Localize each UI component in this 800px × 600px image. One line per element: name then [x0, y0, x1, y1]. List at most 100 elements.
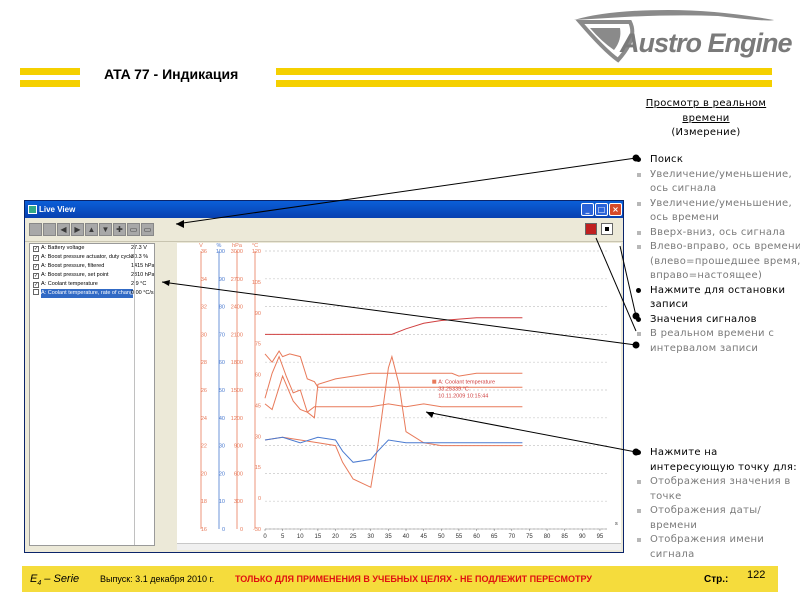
y-axis-tick-label: 0 — [240, 527, 243, 533]
signal-row[interactable]: ✓ A: Battery voltage 27.3 V — [30, 244, 154, 253]
horizontal-scrollbar[interactable] — [177, 543, 621, 550]
series-line — [264, 354, 523, 489]
record-stop-icon[interactable] — [585, 223, 597, 235]
yellow-bar-left — [20, 68, 80, 75]
feature-subitem: Отображения имени сигнала — [636, 533, 800, 562]
signal-name: A: Coolant temperature — [41, 281, 98, 287]
series-label: E4 – Serie — [30, 573, 80, 588]
signal-row[interactable]: ✓ A: Boost pressure, set point 2310 hPa — [30, 271, 154, 280]
y-axis-tick-label: 24 — [201, 416, 207, 422]
y-axis-tick-label: 1500 — [231, 388, 243, 394]
stop-recording-button[interactable] — [601, 223, 613, 235]
signal-checkbox[interactable] — [33, 289, 39, 295]
window-title: Live View — [39, 205, 76, 214]
x-axis-tick-label: 95 — [597, 534, 604, 540]
y-axis-tick-label: 1200 — [231, 416, 243, 422]
y-axis-tick-label: 10 — [219, 499, 225, 505]
x-axis-tick-label: 20 — [332, 534, 339, 540]
y-axis-tick-label: 50 — [219, 388, 225, 394]
signal-list-panel: ✓ A: Battery voltage 27.3 V ✓ A: Boost press… — [29, 243, 155, 546]
zoom-in-icon[interactable]: ✚ — [113, 223, 126, 236]
x-axis-tick-label: 5 — [281, 534, 285, 540]
x-axis-tick-label: 60 — [473, 534, 480, 540]
signal-name: A: Boost pressure actuator, duty cycle — [41, 254, 133, 260]
feature-subitem: В реальном времени с интервалом записи — [636, 327, 800, 356]
y-axis-tick-label: 36 — [201, 249, 207, 255]
signal-row[interactable]: ✓ A: Boost pressure, filtered 1415 hPa — [30, 262, 154, 271]
y-axis-tick-label: 20 — [219, 471, 225, 477]
y-axis-tick-label: 75 — [255, 342, 261, 348]
signal-checkbox[interactable]: ✓ — [33, 264, 39, 270]
yellow-bar-left — [20, 80, 80, 87]
zoom-y-icon[interactable]: ▭ — [141, 223, 154, 236]
y-axis-tick-label: 0 — [222, 527, 225, 533]
maximize-icon[interactable]: □ — [595, 203, 608, 216]
signal-checkbox[interactable]: ✓ — [33, 273, 39, 279]
yellow-bar-right — [276, 68, 772, 75]
x-axis-tick-label: 25 — [350, 534, 357, 540]
x-axis-tick-label: 30 — [367, 534, 374, 540]
x-axis-tick-label: 65 — [491, 534, 498, 540]
measurement-subheading: (Измерение) — [671, 127, 741, 138]
arrow-left-icon[interactable]: ◀ — [57, 223, 70, 236]
y-axis-tick-label: 90 — [255, 311, 261, 317]
signal-name: A: Boost pressure, filtered — [41, 263, 105, 269]
release-date: Выпуск: 3.1 декабря 2010 г. — [100, 574, 215, 584]
footer-bar: E4 – Serie Выпуск: 3.1 декабря 2010 г. Т… — [22, 566, 778, 592]
feature-item: Нажмите для остановки записи — [636, 284, 800, 313]
signal-row[interactable]: ✓ A: Coolant temperature 2.9 °C — [30, 280, 154, 289]
signal-checkbox[interactable]: ✓ — [33, 255, 39, 261]
marker-label: 10.11.2009 10:15:44 — [438, 394, 488, 400]
x-axis-tick-label: 15 — [315, 534, 322, 540]
series-line — [265, 317, 523, 335]
x-axis-tick-label: 10 — [297, 534, 304, 540]
y-axis-tick-label: 20 — [201, 471, 207, 477]
signal-row[interactable]: ✓ A: Boost pressure actuator, duty cycle 3… — [30, 253, 154, 262]
y-axis-tick-label: 2700 — [231, 277, 243, 283]
x-axis-tick-label: 40 — [403, 534, 410, 540]
y-axis-tick-label: 3000 — [231, 249, 243, 255]
marker-label: 33.25339 °C — [438, 387, 469, 393]
live-view-chart[interactable]: V1618202224262830323436%0102030405060708… — [177, 243, 621, 543]
marker-label: A: Coolant temperature — [438, 380, 495, 386]
y-axis-tick-label: -30 — [253, 527, 261, 533]
logo-wordmark: Austro Engine — [620, 28, 793, 58]
x-axis-tick-label: 45 — [420, 534, 427, 540]
y-axis-tick-label: 15 — [255, 465, 261, 471]
live-view-toolbar: ◀ ▶ ▲ ▼ ✚ ▭ ▭ — [25, 218, 623, 242]
signal-column-divider — [134, 244, 135, 545]
stop-square-icon[interactable] — [29, 223, 42, 236]
realtime-view-heading: Просмотр в реальном времени — [645, 98, 767, 124]
signal-checkbox[interactable]: ✓ — [33, 246, 39, 252]
feature-item: Поиск — [636, 153, 800, 168]
y-axis-tick-label: 60 — [219, 360, 225, 366]
zoom-x-icon[interactable]: ▭ — [127, 223, 140, 236]
feature-list-bottom: Нажмите на интересующую точку для: Отобра… — [636, 446, 800, 562]
y-axis-tick-label: 28 — [201, 360, 207, 366]
arrow-down-icon[interactable]: ▼ — [99, 223, 112, 236]
signal-list: ✓ A: Battery voltage 27.3 V ✓ A: Boost press… — [30, 244, 154, 298]
stop-square-icon[interactable] — [43, 223, 56, 236]
yellow-bar-right — [276, 80, 772, 87]
minimize-icon[interactable]: _ — [581, 203, 594, 216]
signal-checkbox[interactable]: ✓ — [33, 282, 39, 288]
y-axis-tick-label: 26 — [201, 388, 207, 394]
feature-subitem: Отображения даты/времени — [636, 504, 800, 533]
y-axis-tick-label: 16 — [201, 527, 207, 533]
close-icon[interactable]: × — [609, 203, 622, 216]
y-axis-tick-label: 34 — [201, 277, 207, 283]
series-line — [264, 436, 523, 463]
y-axis-tick-label: 600 — [234, 471, 243, 477]
y-axis-tick-label: 2100 — [231, 332, 243, 338]
y-axis-tick-label: 105 — [252, 280, 261, 286]
y-axis-tick-label: 32 — [201, 305, 207, 311]
signal-row[interactable]: A: Coolant temperature, rate of change 0.… — [30, 289, 154, 298]
window-titlebar[interactable]: Live View _ □ × — [25, 201, 623, 218]
y-axis-tick-label: 40 — [219, 416, 225, 422]
arrow-right-icon[interactable]: ▶ — [71, 223, 84, 236]
y-axis-tick-label: 18 — [201, 499, 207, 505]
page-title: ATA 77 - Индикация — [104, 66, 239, 82]
arrow-up-icon[interactable]: ▲ — [85, 223, 98, 236]
feature-subitem: Вверх-вниз, ось сигнала — [636, 226, 800, 241]
signal-name: A: Boost pressure, set point — [41, 272, 109, 278]
